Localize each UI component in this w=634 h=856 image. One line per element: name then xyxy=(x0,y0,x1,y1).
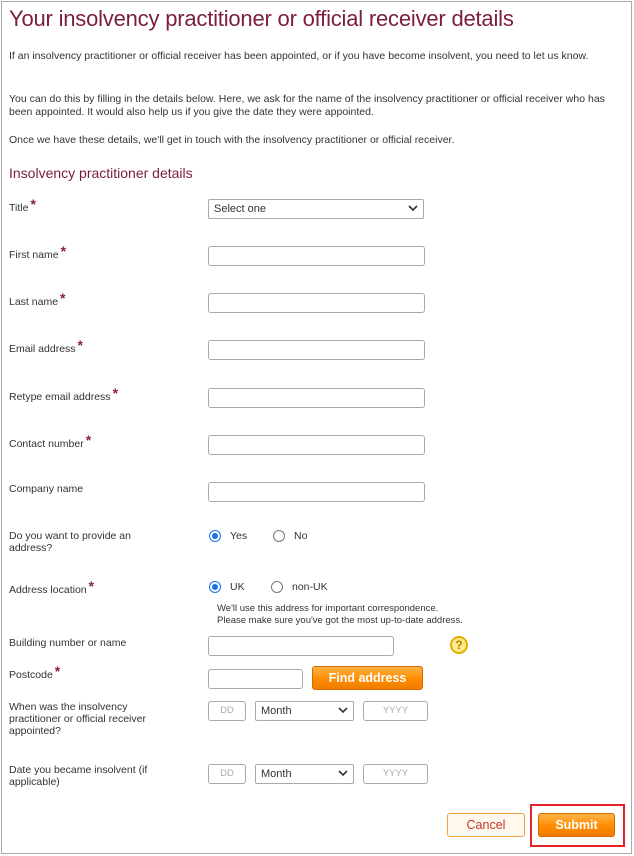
retype-email-input[interactable] xyxy=(208,388,425,408)
title-label: Title * xyxy=(9,197,36,214)
postcode-label: Postcode * xyxy=(9,664,60,681)
appointed-day-input[interactable]: DD xyxy=(208,701,246,721)
required-marker: * xyxy=(30,196,36,212)
company-name-input[interactable] xyxy=(208,482,425,502)
building-input[interactable] xyxy=(208,636,394,656)
insolvent-month-select[interactable]: Month xyxy=(255,764,354,784)
email-label-text: Email address xyxy=(9,343,76,355)
postcode-input[interactable] xyxy=(208,669,303,689)
required-marker: * xyxy=(54,663,61,679)
building-label: Building number or name xyxy=(9,637,127,649)
provide-address-no-label: No xyxy=(294,530,308,542)
required-marker: * xyxy=(60,290,66,306)
chevron-down-icon xyxy=(408,205,418,212)
address-note-line2: Please make sure you've got the most up-… xyxy=(217,615,463,626)
intro-paragraph-1: If an insolvency practitioner or officia… xyxy=(9,50,589,62)
required-marker: * xyxy=(88,578,95,594)
address-location-uk-label: UK xyxy=(230,581,245,593)
title-select[interactable]: Select one xyxy=(208,199,424,219)
required-marker: * xyxy=(77,337,83,353)
section-heading: Insolvency practitioner details xyxy=(9,165,193,181)
date-appointed-label: When was the insolvency practitioner or … xyxy=(9,701,146,737)
address-location-label-text: Address location xyxy=(9,584,87,596)
intro-paragraph-2: You can do this by filling in the detail… xyxy=(9,93,605,118)
find-address-button[interactable]: Find address xyxy=(312,666,423,690)
appointed-month-value: Month xyxy=(261,705,292,717)
provide-address-label: Do you want to provide an address? xyxy=(9,530,131,554)
email-label: Email address * xyxy=(9,338,83,355)
provide-address-yes-label: Yes xyxy=(230,530,248,542)
address-note-line1: We'll use this address for important cor… xyxy=(217,603,439,614)
address-location-uk-radio[interactable] xyxy=(209,581,221,593)
insolvent-day-input[interactable]: DD xyxy=(208,764,246,784)
contact-number-label-text: Contact number xyxy=(9,438,84,450)
cancel-button[interactable]: Cancel xyxy=(447,813,525,837)
title-select-value: Select one xyxy=(214,203,266,215)
required-marker: * xyxy=(85,432,92,448)
retype-email-label-text: Retype email address xyxy=(9,391,111,403)
contact-number-label: Contact number * xyxy=(9,433,91,450)
address-location-nonuk-label: non-UK xyxy=(292,581,328,593)
company-name-label-text: Company name xyxy=(9,483,84,495)
last-name-input[interactable] xyxy=(208,293,425,313)
required-marker: * xyxy=(60,243,67,259)
chevron-down-icon xyxy=(338,770,348,777)
company-name-label: Company name xyxy=(9,483,83,495)
provide-address-no-radio[interactable] xyxy=(273,530,285,542)
appointed-month-select[interactable]: Month xyxy=(255,701,354,721)
page-title: Your insolvency practitioner or official… xyxy=(9,6,514,31)
first-name-label-text: First name xyxy=(9,249,59,261)
last-name-label: Last name * xyxy=(9,291,65,308)
postcode-label-text: Postcode xyxy=(9,669,53,681)
address-location-label: Address location * xyxy=(9,579,94,596)
email-input[interactable] xyxy=(208,340,425,360)
retype-email-label: Retype email address * xyxy=(9,386,118,403)
required-marker: * xyxy=(112,385,119,401)
chevron-down-icon xyxy=(338,707,348,714)
submit-button[interactable]: Submit xyxy=(538,813,615,837)
intro-paragraph-3: Once we have these details, we'll get in… xyxy=(9,134,455,146)
insolvent-year-input[interactable]: YYYY xyxy=(363,764,428,784)
first-name-input[interactable] xyxy=(208,246,425,266)
insolvent-month-value: Month xyxy=(261,768,292,780)
contact-number-input[interactable] xyxy=(208,435,425,455)
last-name-label-text: Last name xyxy=(9,296,59,308)
date-insolvent-label: Date you became insolvent (if applicable… xyxy=(9,764,148,788)
address-location-nonuk-radio[interactable] xyxy=(271,581,283,593)
provide-address-yes-radio[interactable] xyxy=(209,530,221,542)
title-label-text: Title xyxy=(9,202,29,214)
first-name-label: First name * xyxy=(9,244,66,261)
help-icon[interactable]: ? xyxy=(450,636,468,654)
appointed-year-input[interactable]: YYYY xyxy=(363,701,428,721)
